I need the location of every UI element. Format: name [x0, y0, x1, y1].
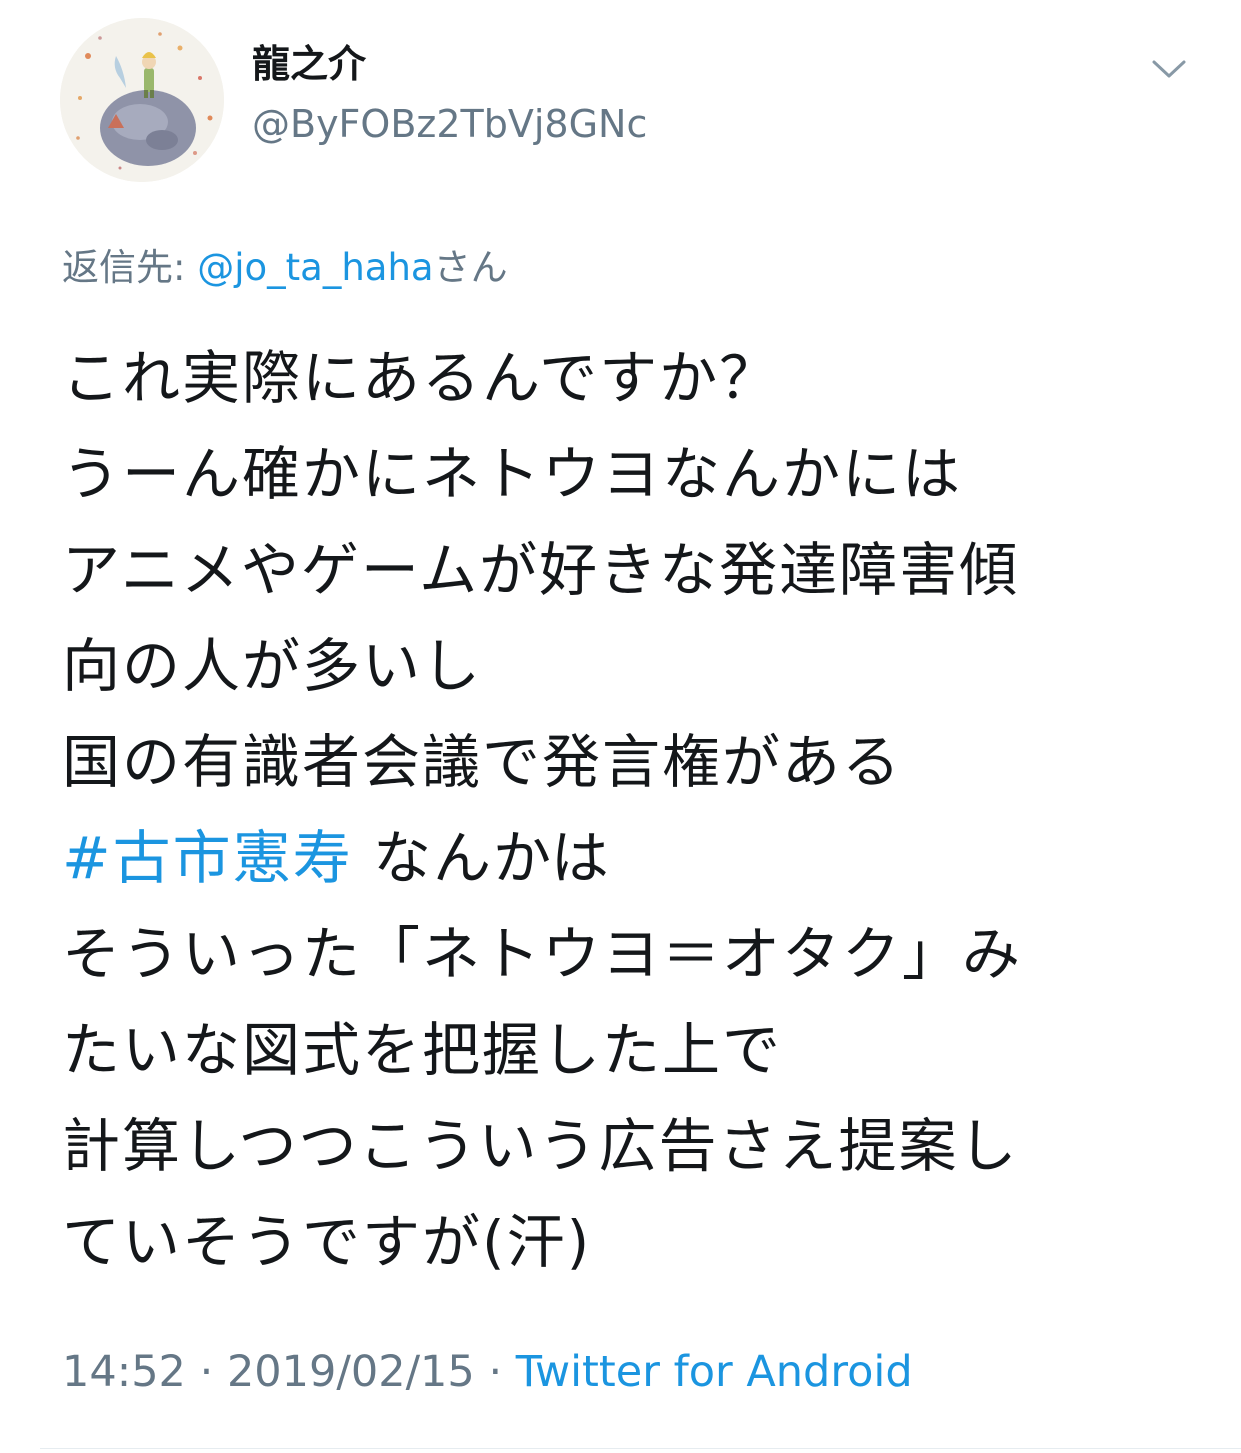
tweet-line: 国の有識者会議で発言権がある [62, 728, 903, 796]
tweet-line: 向の人が多いし [62, 632, 483, 700]
tweet-source-link[interactable]: Twitter for Android [516, 1347, 913, 1397]
reply-to-line: 返信先: @jo_ta_hahaさん [62, 242, 508, 294]
reply-prefix: 返信先: [62, 246, 198, 289]
tweet-line: そういった「ネトウヨ＝オタク」み [62, 920, 1023, 988]
tweet: 龍之介 @ByFOBz2TbVj8GNc 返信先: @jo_ta_hahaさん … [0, 0, 1241, 1453]
display-name[interactable]: 龍之介 [252, 40, 366, 88]
tweet-line: ていそうですが(汗) [62, 1208, 592, 1276]
hashtag-suffix: なんかは [352, 824, 611, 892]
hashtag-link[interactable]: #古市憲寿 [62, 824, 353, 892]
tweet-line: たいな図式を把握した上で [62, 1016, 783, 1084]
tweet-date: 2019/02/15 [226, 1347, 475, 1397]
tweet-line: うーん確かにネトウヨなんかには [62, 440, 963, 508]
meta-separator: · [474, 1347, 516, 1397]
divider [40, 1448, 1241, 1449]
tweet-text: これ実際にあるんですか？ うーん確かにネトウヨなんかには アニメやゲームが好きな… [62, 330, 1222, 1290]
user-handle[interactable]: @ByFOBz2TbVj8GNc [252, 100, 647, 148]
tweet-time: 14:52 [62, 1347, 186, 1397]
meta-separator: · [185, 1347, 227, 1397]
chevron-down-icon[interactable] [1146, 50, 1192, 86]
avatar[interactable] [60, 18, 224, 182]
tweet-meta: 14:52 · 2019/02/15 · Twitter for Android [62, 1344, 913, 1400]
tweet-line: 計算しつつこういう広告さえ提案し [62, 1112, 1019, 1180]
reply-mention-link[interactable]: @jo_ta_haha [197, 246, 433, 289]
reply-suffix: さん [433, 246, 508, 289]
little-prince-planet-avatar-icon [60, 18, 224, 182]
tweet-line: アニメやゲームが好きな発達障害傾 [62, 536, 1020, 604]
tweet-line-hashtag: #古市憲寿 なんかは [62, 810, 1222, 906]
tweet-line: これ実際にあるんですか？ [62, 344, 780, 412]
